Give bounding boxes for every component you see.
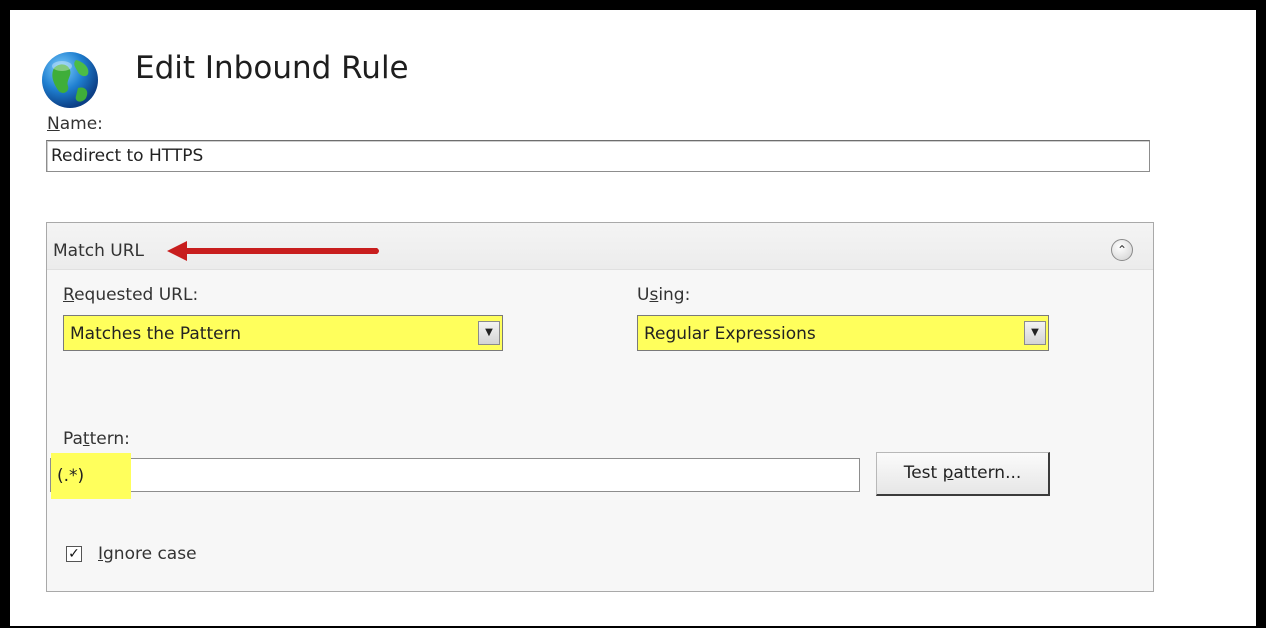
pattern-label: Pattern:: [63, 429, 130, 449]
requested-url-label: Requested URL:: [63, 285, 199, 305]
globe-icon: [42, 52, 98, 108]
name-input[interactable]: Redirect to HTTPS: [46, 140, 1150, 172]
requested-url-value: Matches the Pattern: [70, 324, 242, 344]
dialog-window: Edit Inbound Rule Name: Redirect to HTTP…: [10, 10, 1256, 626]
test-pattern-button[interactable]: Test pattern...: [876, 452, 1050, 496]
dropdown-arrow-icon[interactable]: ▼: [1024, 321, 1046, 345]
ignore-case-label[interactable]: Ignore case: [98, 544, 197, 564]
match-url-section: Match URL ⌃ Requested URL: Matches the P…: [46, 222, 1154, 592]
match-url-title: Match URL: [53, 241, 145, 261]
dialog-title: Edit Inbound Rule: [135, 50, 409, 86]
match-url-header[interactable]: Match URL ⌃: [47, 223, 1153, 270]
using-value: Regular Expressions: [644, 324, 816, 344]
using-select[interactable]: Regular Expressions ▼: [637, 315, 1049, 351]
dropdown-arrow-icon[interactable]: ▼: [478, 321, 500, 345]
using-label: Using:: [637, 285, 691, 305]
ignore-case-checkbox[interactable]: ✓: [66, 546, 82, 562]
chevron-up-icon[interactable]: ⌃: [1111, 239, 1133, 261]
requested-url-select[interactable]: Matches the Pattern ▼: [63, 315, 503, 351]
pattern-value: (.*): [57, 466, 85, 486]
name-label: Name:: [47, 114, 103, 134]
annotation-arrow: [167, 241, 379, 261]
pattern-input[interactable]: (.*): [50, 453, 860, 499]
